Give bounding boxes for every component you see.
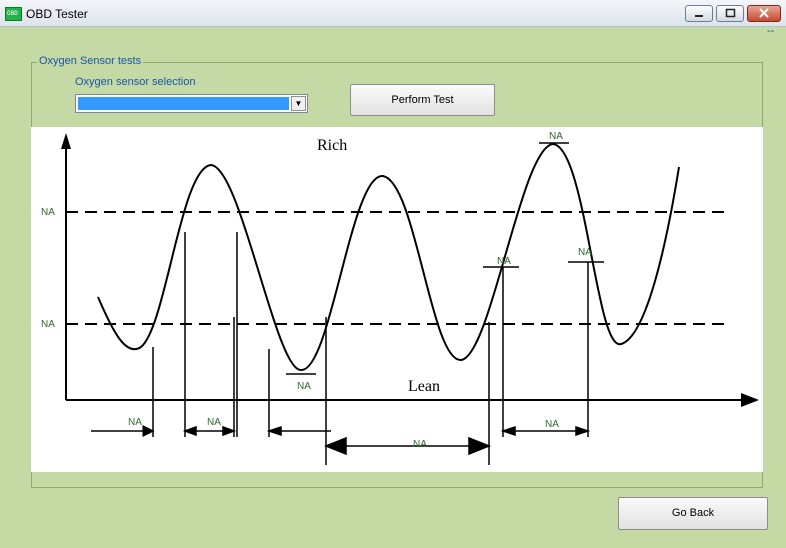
app-icon: OBD — [5, 7, 22, 21]
sensor-selection-label: Oxygen sensor selection — [75, 76, 196, 88]
interval-markers — [152, 232, 589, 465]
minimize-icon — [695, 15, 703, 17]
interval-3-value: NA — [413, 439, 427, 450]
y-axis-arrow — [61, 133, 71, 149]
perform-test-button[interactable]: Perform Test — [350, 84, 495, 116]
lower-threshold-value: NA — [41, 319, 55, 330]
interval-arrows — [91, 425, 591, 456]
chevron-down-icon[interactable]: ▼ — [291, 96, 306, 111]
close-button[interactable] — [747, 5, 781, 22]
sensor-select-value — [78, 97, 289, 110]
peak-value: NA — [549, 131, 563, 142]
window-title: OBD Tester — [26, 7, 88, 21]
upper-threshold-value: NA — [41, 207, 55, 218]
close-icon — [759, 8, 769, 18]
minimize-button[interactable] — [685, 5, 713, 22]
maximize-button[interactable] — [716, 5, 744, 22]
trough-value: NA — [297, 381, 311, 392]
rise-value: NA — [497, 256, 511, 267]
go-back-button[interactable]: Go Back — [618, 497, 768, 530]
x-axis-arrow — [741, 393, 759, 407]
sensor-select[interactable]: ▼ — [75, 94, 308, 113]
value-bars — [286, 142, 604, 375]
title-bar: OBD OBD Tester — [0, 0, 786, 27]
fall-value: NA — [578, 247, 592, 258]
maximize-icon — [725, 8, 736, 18]
rich-label: Rich — [317, 137, 347, 154]
status-text: -- — [767, 25, 775, 37]
lean-label: Lean — [408, 378, 440, 395]
interval-4-value: NA — [545, 419, 559, 430]
oxygen-sensor-diagram: Rich Lean NA NA NA NA NA NA NA NA NA NA — [31, 127, 763, 472]
interval-2-value: NA — [207, 417, 221, 428]
interval-1-value: NA — [128, 417, 142, 428]
sensor-waveform: Rich Lean NA NA NA NA NA NA NA NA NA NA — [41, 131, 759, 465]
group-title: Oxygen Sensor tests — [37, 55, 144, 67]
